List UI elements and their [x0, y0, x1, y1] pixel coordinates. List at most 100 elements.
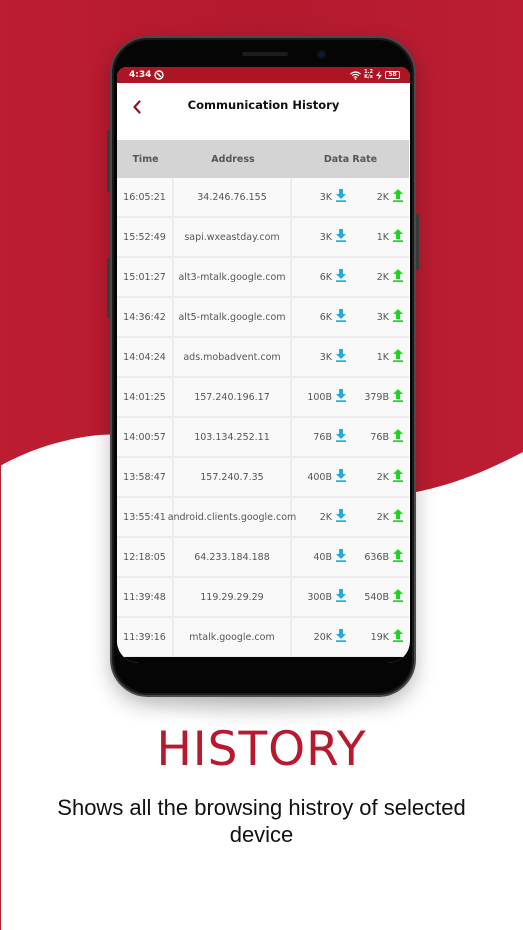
- phone-screen: 4:34 1.2 K/s 58 Communication History Ti…: [117, 67, 410, 663]
- upload-rate: 2K: [347, 189, 404, 205]
- download-value: 300B: [307, 591, 332, 603]
- download-rate: 300B: [294, 589, 347, 605]
- upload-value: 19K: [370, 631, 389, 643]
- cell-data-rate: 2K 2K: [292, 498, 409, 536]
- download-arrow-icon: [335, 389, 347, 405]
- front-camera: [317, 50, 326, 59]
- upload-rate: 2K: [347, 509, 404, 525]
- table-row[interactable]: 13:55:41 android.clients.google.com 2K 2K: [117, 498, 409, 538]
- cell-time: 15:52:49: [117, 218, 174, 256]
- upload-rate: 2K: [347, 469, 404, 485]
- column-header-time: Time: [132, 153, 159, 165]
- cell-data-rate: 400B 2K: [292, 458, 409, 496]
- cell-address: ads.mobadvent.com: [174, 338, 292, 376]
- upload-rate: 19K: [347, 629, 404, 645]
- upload-arrow-icon: [392, 229, 404, 245]
- download-arrow-icon: [335, 229, 347, 245]
- download-arrow-icon: [335, 629, 347, 645]
- cell-data-rate: 3K 1K: [292, 218, 409, 256]
- cell-address: sapi.wxeastday.com: [174, 218, 292, 256]
- table-row[interactable]: 14:36:42 alt5-mtalk.google.com 6K 3K: [117, 298, 409, 338]
- upload-arrow-icon: [392, 349, 404, 365]
- cell-address: 64.233.184.188: [174, 538, 292, 576]
- cell-address: 34.246.76.155: [174, 178, 292, 216]
- upload-arrow-icon: [392, 189, 404, 205]
- upload-rate: 636B: [347, 549, 404, 565]
- table-body: 16:05:21 34.246.76.155 3K 2K 15:52:49 sapi.wx…: [117, 178, 409, 658]
- upload-rate: 3K: [347, 309, 404, 325]
- download-rate: 400B: [294, 469, 347, 485]
- upload-value: 2K: [376, 191, 389, 203]
- cell-address: android.clients.google.com: [168, 498, 296, 536]
- phone-speaker: [242, 52, 288, 56]
- left-edge-line: [0, 460, 1, 930]
- cell-address: alt3-mtalk.google.com: [174, 258, 292, 296]
- upload-value: 379B: [364, 391, 389, 403]
- table-row[interactable]: 14:01:25 157.240.196.17 100B 379B: [117, 378, 409, 418]
- download-arrow-icon: [335, 509, 347, 525]
- table-row[interactable]: 12:18:05 64.233.184.188 40B 636B: [117, 538, 409, 578]
- table-row[interactable]: 11:39:48 119.29.29.29 300B 540B: [117, 578, 409, 618]
- download-rate: 3K: [294, 189, 347, 205]
- upload-value: 2K: [376, 471, 389, 483]
- cell-address: 119.29.29.29: [174, 578, 292, 616]
- table-row[interactable]: 14:04:24 ads.mobadvent.com 3K 1K: [117, 338, 409, 378]
- column-header-data-rate: Data Rate: [323, 153, 378, 165]
- battery-indicator: 58: [385, 71, 400, 79]
- upload-value: 636B: [364, 551, 389, 563]
- table-row[interactable]: 15:52:49 sapi.wxeastday.com 3K 1K: [117, 218, 409, 258]
- status-time: 4:34: [129, 70, 152, 80]
- download-value: 2K: [319, 511, 332, 523]
- download-value: 6K: [319, 271, 332, 283]
- download-value: 20K: [313, 631, 332, 643]
- download-arrow-icon: [335, 549, 347, 565]
- upload-value: 540B: [364, 591, 389, 603]
- cell-data-rate: 6K 2K: [292, 258, 409, 296]
- download-value: 76B: [313, 431, 332, 443]
- download-arrow-icon: [335, 429, 347, 445]
- table-row[interactable]: 15:01:27 alt3-mtalk.google.com 6K 2K: [117, 258, 409, 298]
- cell-address: 157.240.7.35: [174, 458, 292, 496]
- download-value: 3K: [319, 191, 332, 203]
- download-arrow-icon: [335, 469, 347, 485]
- upload-rate: 1K: [347, 349, 404, 365]
- download-rate: 2K: [294, 509, 347, 525]
- table-row[interactable]: 11:39:16 mtalk.google.com 20K 19K: [117, 618, 409, 658]
- download-value: 3K: [319, 231, 332, 243]
- table-row[interactable]: 14:00:57 103.134.252.11 76B 76B: [117, 418, 409, 458]
- download-arrow-icon: [335, 349, 347, 365]
- cell-time: 15:01:27: [117, 258, 174, 296]
- promo-title: HISTORY: [156, 722, 367, 777]
- upload-rate: 1K: [347, 229, 404, 245]
- column-header-address: Address: [211, 153, 255, 165]
- cell-time: 13:58:47: [117, 458, 174, 496]
- upload-value: 1K: [376, 351, 389, 363]
- cell-time: 14:00:57: [117, 418, 174, 456]
- upload-value: 2K: [376, 511, 389, 523]
- cell-address: 103.134.252.11: [174, 418, 292, 456]
- cell-address: 157.240.196.17: [174, 378, 292, 416]
- table-row[interactable]: 13:58:47 157.240.7.35 400B 2K: [117, 458, 409, 498]
- phone-power-button: [416, 214, 419, 270]
- cell-time: 11:39:16: [117, 618, 174, 656]
- download-rate: 6K: [294, 269, 347, 285]
- upload-rate: 379B: [347, 389, 404, 405]
- download-rate: 76B: [294, 429, 347, 445]
- upload-rate: 540B: [347, 589, 404, 605]
- download-value: 40B: [313, 551, 332, 563]
- table-row[interactable]: 16:05:21 34.246.76.155 3K 2K: [117, 178, 409, 218]
- cell-data-rate: 6K 3K: [292, 298, 409, 336]
- download-rate: 100B: [294, 389, 347, 405]
- upload-value: 3K: [376, 311, 389, 323]
- phone-side-button: [107, 258, 110, 318]
- phone-side-button: [107, 130, 110, 192]
- page-title: Communication History: [187, 98, 340, 112]
- upload-arrow-icon: [392, 389, 404, 405]
- upload-arrow-icon: [392, 509, 404, 525]
- cell-data-rate: 3K 1K: [292, 338, 409, 376]
- download-value: 100B: [307, 391, 332, 403]
- app-header: Communication History: [117, 83, 410, 138]
- cell-time: 13:55:41: [117, 498, 174, 536]
- cell-address: mtalk.google.com: [174, 618, 292, 656]
- download-value: 400B: [307, 471, 332, 483]
